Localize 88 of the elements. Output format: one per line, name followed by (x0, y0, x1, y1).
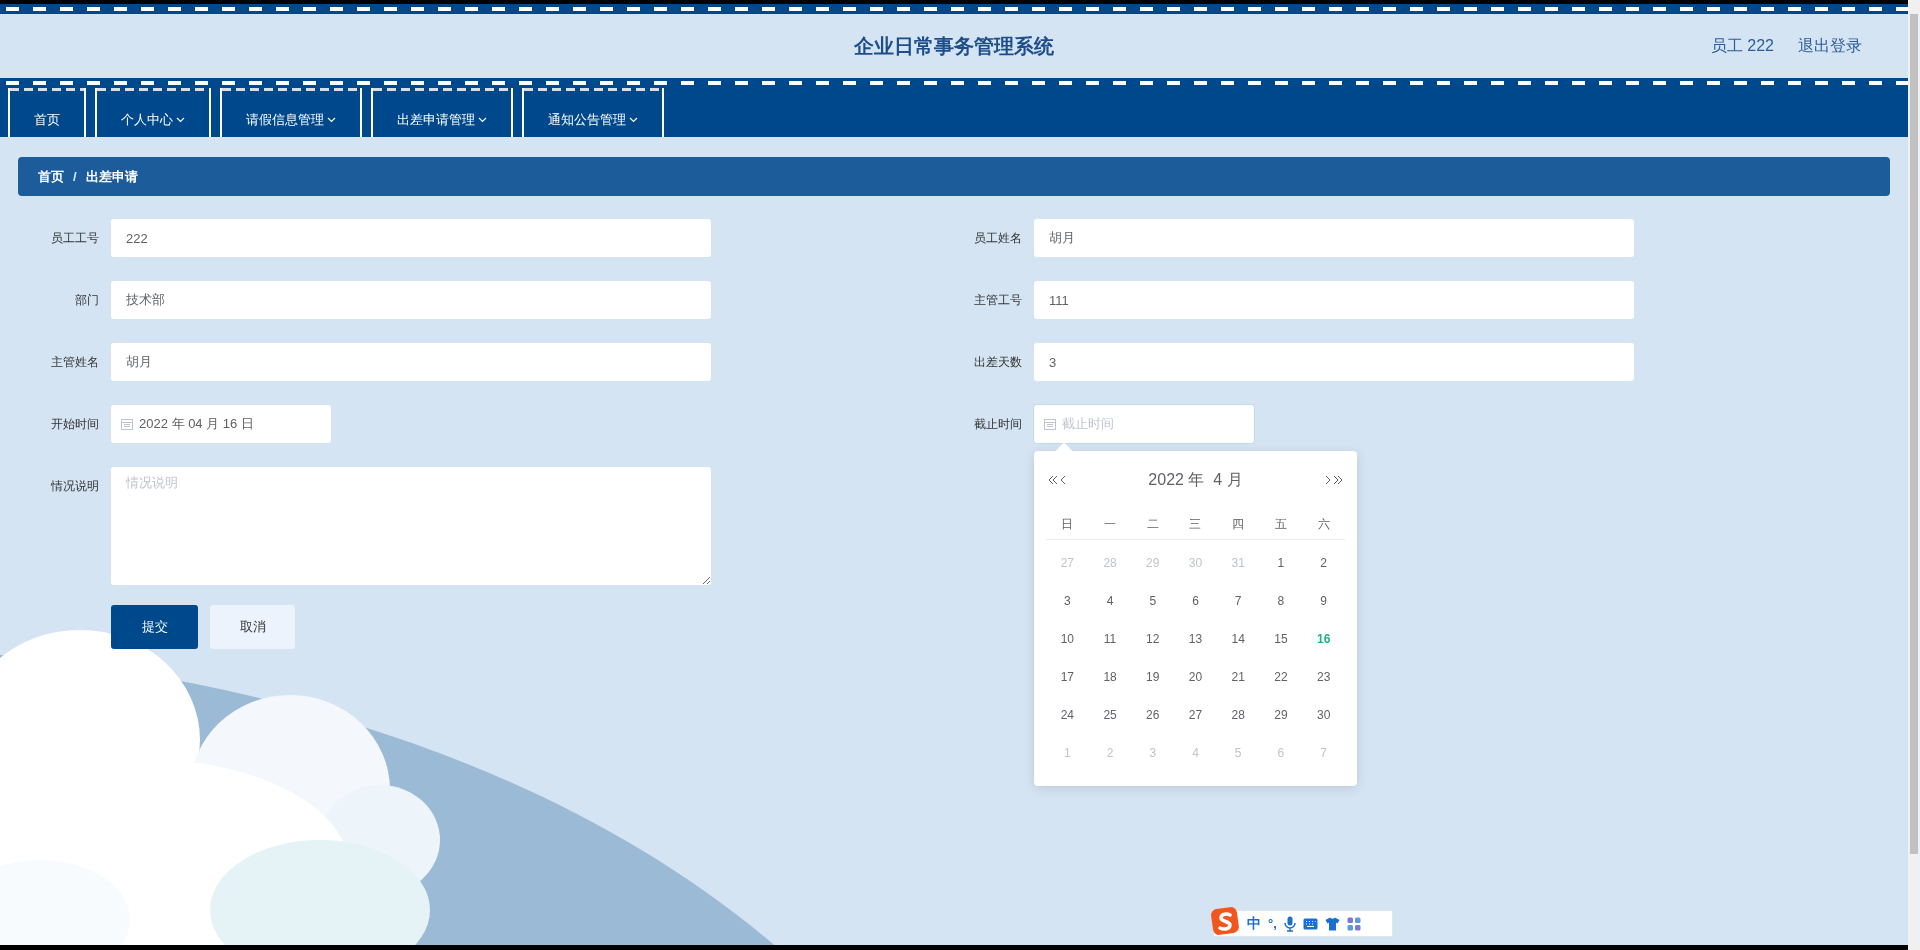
calendar-icon (1044, 418, 1056, 430)
weekday-label: 四 (1231, 516, 1246, 533)
scrollbar-thumb[interactable] (1910, 14, 1918, 854)
calendar-day[interactable]: 11 (1088, 630, 1132, 648)
calendar-day[interactable]: 1 (1259, 554, 1303, 572)
calendar-day[interactable]: 17 (1046, 668, 1089, 686)
keyboard-icon[interactable] (1302, 917, 1318, 930)
calendar-day[interactable]: 8 (1259, 592, 1303, 610)
weekday-label: 三 (1188, 516, 1203, 533)
cancel-button[interactable]: 取消 (210, 605, 295, 649)
field-label: 截止时间 (973, 416, 1023, 433)
ime-mode-label[interactable]: 中 (1247, 913, 1261, 934)
weekday-label: 一 (1103, 516, 1118, 533)
nav-tab[interactable]: 请假信息管理 (220, 88, 362, 137)
chevron-left-icon[interactable] (1060, 475, 1066, 485)
date-placeholder: 截止时间 (1062, 415, 1114, 434)
ime-punctuation-label[interactable]: °, (1268, 913, 1277, 934)
chevron-down-icon (629, 116, 638, 123)
calendar-day[interactable]: 14 (1216, 630, 1260, 648)
breadcrumb-separator: / (73, 167, 77, 186)
calendar-day[interactable]: 28 (1216, 706, 1260, 724)
ime-logo-icon[interactable] (1210, 905, 1240, 936)
calendar-day[interactable]: 24 (1046, 706, 1089, 724)
field-label: 出差天数 (973, 354, 1023, 371)
grid-icon[interactable] (1346, 916, 1361, 931)
calendar-day[interactable]: 9 (1302, 592, 1345, 610)
system-title: 企业日常事务管理系统 (854, 34, 1054, 59)
weekday-label: 五 (1273, 516, 1288, 533)
calendar-day[interactable]: 7 (1216, 592, 1260, 610)
field-label: 主管姓名 (50, 354, 100, 371)
nav-tab[interactable]: 通知公告管理 (522, 88, 664, 137)
date-field[interactable]: 2022 年 04 月 16 日 (111, 405, 331, 443)
text-field[interactable]: 3 (1034, 343, 1634, 381)
chevron-down-icon (176, 116, 185, 123)
weekday-label: 六 (1316, 516, 1331, 533)
calendar-day[interactable]: 25 (1088, 706, 1132, 724)
scrollbar[interactable] (1908, 0, 1920, 950)
chevron-down-icon (327, 116, 336, 123)
chevron-down-icon (478, 116, 487, 123)
calendar-day[interactable]: 18 (1088, 668, 1132, 686)
microphone-icon[interactable] (1283, 915, 1296, 932)
double-chevron-right-icon[interactable] (1333, 475, 1343, 485)
nav-tab[interactable]: 首页 (8, 88, 86, 137)
calendar-day[interactable]: 26 (1131, 706, 1175, 724)
field-label: 主管工号 (973, 292, 1023, 309)
text-field[interactable]: 胡月 (111, 343, 711, 381)
field-label: 部门 (74, 292, 100, 309)
description-field[interactable]: 情况说明 (111, 467, 711, 585)
shirt-icon[interactable] (1324, 916, 1340, 931)
field-label: 开始时间 (50, 416, 100, 433)
calendar-day[interactable]: 19 (1131, 668, 1175, 686)
calendar-day[interactable]: 23 (1302, 668, 1345, 686)
calendar-day[interactable]: 5 (1131, 592, 1175, 610)
field-label: 员工姓名 (973, 230, 1023, 247)
calendar-day[interactable]: 3 (1046, 592, 1089, 610)
nav-tab[interactable]: 个人中心 (95, 88, 211, 137)
calendar-day[interactable]: 22 (1259, 668, 1303, 686)
logout-link[interactable]: 退出登录 (1798, 34, 1862, 58)
weekday-label: 日 (1060, 516, 1075, 533)
calendar-day[interactable]: 15 (1259, 630, 1303, 648)
calendar-day[interactable]: 12 (1131, 630, 1175, 648)
calendar-day[interactable]: 27 (1174, 706, 1217, 724)
calendar-day[interactable]: 10 (1046, 630, 1089, 648)
text-field[interactable]: 111 (1034, 281, 1634, 319)
calendar-day[interactable]: 21 (1216, 668, 1260, 686)
nav-tab[interactable]: 出差申请管理 (371, 88, 513, 137)
field-label: 员工工号 (50, 230, 100, 247)
text-field[interactable]: 222 (111, 219, 711, 257)
calendar-title: 2022 年 4 月 (1148, 470, 1243, 490)
text-field[interactable]: 胡月 (1034, 219, 1634, 257)
breadcrumb-current: 出差申请 (85, 167, 138, 186)
breadcrumb-link[interactable]: 首页 (38, 166, 64, 187)
calendar-day[interactable]: 4 (1088, 592, 1132, 610)
calendar-day[interactable]: 13 (1174, 630, 1217, 648)
calendar-day[interactable]: 20 (1174, 668, 1217, 686)
field-label: 情况说明 (50, 478, 100, 495)
submit-button[interactable]: 提交 (111, 605, 198, 649)
calendar-day[interactable]: 30 (1302, 706, 1345, 724)
double-chevron-left-icon[interactable] (1048, 475, 1058, 485)
calendar-day[interactable]: 29 (1259, 706, 1303, 724)
weekday-label: 二 (1145, 516, 1160, 533)
date-value: 2022 年 04 月 16 日 (139, 415, 254, 434)
chevron-right-icon[interactable] (1325, 475, 1331, 485)
text-field[interactable]: 技术部 (111, 281, 711, 319)
user-name: 员工 222 (1710, 36, 1774, 56)
calendar-day[interactable]: 2 (1302, 554, 1345, 572)
calendar-icon (121, 418, 133, 430)
calendar-day[interactable]: 6 (1174, 592, 1217, 610)
